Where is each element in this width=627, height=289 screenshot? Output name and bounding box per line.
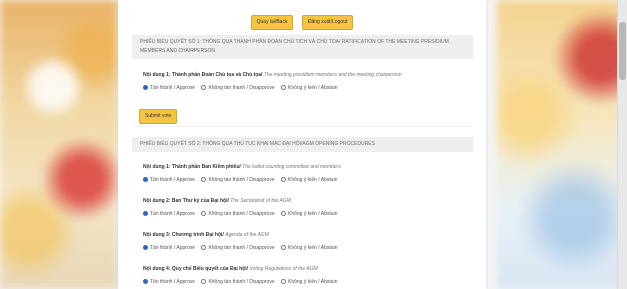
voting-panel: Quay lại/Back Đăng xuất/Logout PHIẾU BIỂ… <box>118 0 486 289</box>
radio-selected-icon[interactable] <box>143 85 148 91</box>
vote-options: Tán thành / Approve Không tán thành / Di… <box>143 85 463 92</box>
background-left <box>0 0 118 289</box>
section-1-title: PHIẾU BIỂU QUYẾT SỐ 1: THÔNG QUA THÀNH P… <box>140 39 449 54</box>
question-label-en: The ballot counting committee and member… <box>242 164 341 170</box>
radio-icon[interactable] <box>281 245 286 251</box>
option-approve[interactable]: Tán thành / Approve <box>143 211 195 218</box>
question-title: Nội dung 1: Thành phần Đoàn Chủ tọa và C… <box>143 72 463 79</box>
question-label-en: The meeting presidium members and the me… <box>263 72 402 78</box>
section-2-item-2: Nội dung 2: Ban Thư ký của Đại hội/ The … <box>143 198 463 218</box>
option-disapprove[interactable]: Không tán thành / Disapprove <box>201 85 275 92</box>
question-label-vi: Nội dung 2: Ban Thư ký của Đại hội/ <box>143 198 229 204</box>
divider <box>132 126 473 127</box>
section-2-item-4: Nội dung 4: Quy chế Biểu quyết của Đại h… <box>143 266 463 286</box>
page-scrollbar[interactable] <box>617 0 627 289</box>
option-disapprove[interactable]: Không tán thành / Disapprove <box>201 245 275 252</box>
question-label-en: The Secretariat of the AGM <box>230 198 291 204</box>
radio-icon[interactable] <box>201 279 207 285</box>
top-actions: Quay lại/Back Đăng xuất/Logout <box>118 10 486 30</box>
back-button[interactable]: Quay lại/Back <box>250 15 294 30</box>
vote-options: Tán thành / Approve Không tán thành / Di… <box>143 245 463 252</box>
radio-selected-icon[interactable] <box>143 245 148 251</box>
question-title: Nội dung 4: Quy chế Biểu quyết của Đại h… <box>143 266 463 273</box>
radio-selected-icon[interactable] <box>143 279 148 285</box>
radio-icon[interactable] <box>201 177 207 183</box>
question-title: Nội dung 2: Ban Thư ký của Đại hội/ The … <box>143 198 463 205</box>
radio-icon[interactable] <box>281 279 286 285</box>
radio-selected-icon[interactable] <box>143 211 148 217</box>
option-abstain[interactable]: Không ý kiến / Abstain <box>281 279 337 286</box>
option-approve[interactable]: Tán thành / Approve <box>143 85 195 92</box>
radio-selected-icon[interactable] <box>143 177 148 183</box>
section-2-header: PHIẾU BIỂU QUYẾT SỐ 2: THÔNG QUA THỦ TỤC… <box>132 137 473 152</box>
question-label-vi: Nội dung 3: Chương trình Đại hội/ <box>143 232 224 238</box>
section-2-item-1: Nội dung 1: Thành phần Ban Kiểm phiếu/ T… <box>143 164 463 184</box>
option-abstain[interactable]: Không ý kiến / Abstain <box>281 177 337 184</box>
section-2-item-3: Nội dung 3: Chương trình Đại hội/ Agenda… <box>143 232 463 252</box>
section-2-title: PHIẾU BIỂU QUYẾT SỐ 2: THÔNG QUA THỦ TỤC… <box>140 141 375 147</box>
question-title: Nội dung 1: Thành phần Ban Kiểm phiếu/ T… <box>143 164 463 171</box>
option-abstain[interactable]: Không ý kiến / Abstain <box>281 211 337 218</box>
question-label-vi: Nội dung 1: Thành phần Ban Kiểm phiếu/ <box>143 164 241 170</box>
option-abstain[interactable]: Không ý kiến / Abstain <box>281 245 337 252</box>
submit-vote-button[interactable]: Submit vote <box>139 109 178 124</box>
section-1-item-1: Nội dung 1: Thành phần Đoàn Chủ tọa và C… <box>143 72 463 92</box>
section-1-header: PHIẾU BIỂU QUYẾT SỐ 1: THÔNG QUA THÀNH P… <box>132 35 473 59</box>
option-disapprove[interactable]: Không tán thành / Disapprove <box>201 211 275 218</box>
radio-icon[interactable] <box>281 85 286 91</box>
vote-options: Tán thành / Approve Không tán thành / Di… <box>143 279 463 286</box>
question-label-en: Voting Regulations of the AGM <box>249 266 318 272</box>
question-title: Nội dung 3: Chương trình Đại hội/ Agenda… <box>143 232 463 239</box>
vote-options: Tán thành / Approve Không tán thành / Di… <box>143 177 463 184</box>
question-label-vi: Nội dung 4: Quy chế Biểu quyết của Đại h… <box>143 266 249 272</box>
question-label-en: Agenda of the AGM <box>225 232 269 238</box>
option-disapprove[interactable]: Không tán thành / Disapprove <box>201 279 275 286</box>
option-abstain[interactable]: Không ý kiến / Abstain <box>281 85 337 92</box>
option-approve[interactable]: Tán thành / Approve <box>143 245 195 252</box>
radio-icon[interactable] <box>201 85 207 91</box>
option-approve[interactable]: Tán thành / Approve <box>143 279 195 286</box>
scrollbar-thumb[interactable] <box>619 22 626 80</box>
radio-icon[interactable] <box>281 211 286 217</box>
radio-icon[interactable] <box>201 245 207 251</box>
logout-button[interactable]: Đăng xuất/Logout <box>301 15 354 30</box>
radio-icon[interactable] <box>281 177 286 183</box>
background-right <box>497 0 627 289</box>
option-approve[interactable]: Tán thành / Approve <box>143 177 195 184</box>
question-label-vi: Nội dung 1: Thành phần Đoàn Chủ tọa và C… <box>143 72 263 78</box>
option-disapprove[interactable]: Không tán thành / Disapprove <box>201 177 275 184</box>
vote-options: Tán thành / Approve Không tán thành / Di… <box>143 211 463 218</box>
radio-icon[interactable] <box>201 211 207 217</box>
